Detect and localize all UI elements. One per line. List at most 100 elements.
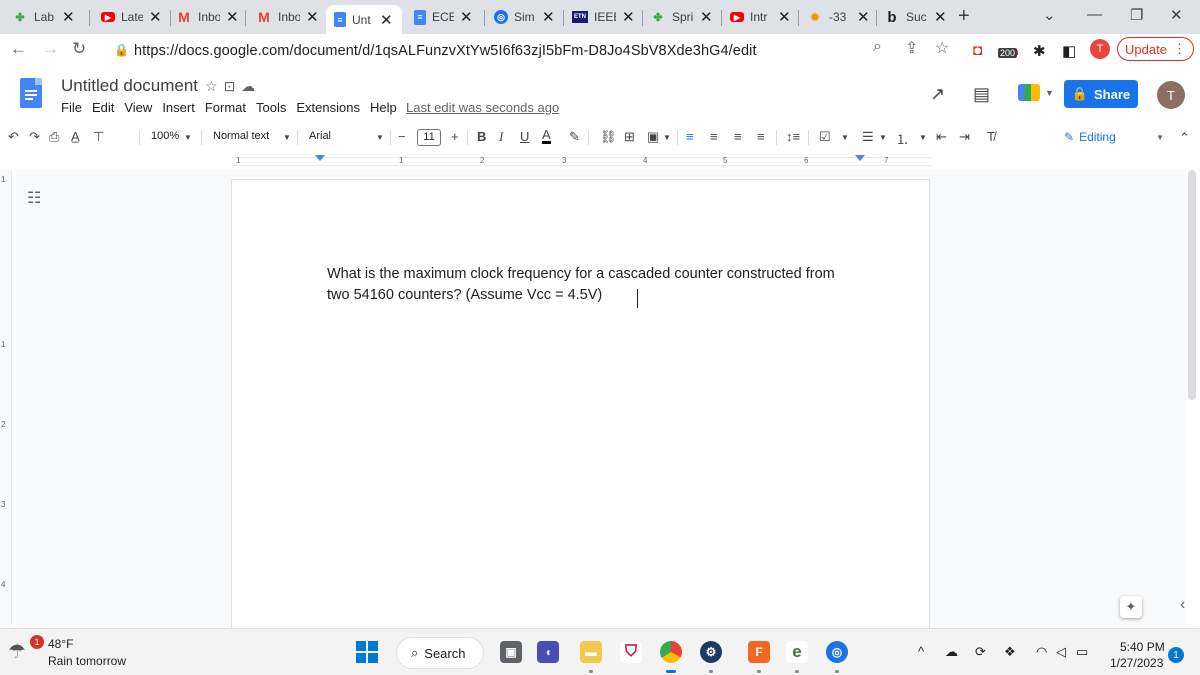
underline-button[interactable]: U — [520, 129, 529, 144]
zoom-select[interactable]: 100% — [151, 130, 179, 142]
numbered-list-icon[interactable]: ⒈ — [896, 129, 909, 148]
decrease-font-size-button[interactable]: − — [398, 129, 406, 144]
file-explorer-icon[interactable]: ▬ — [580, 641, 602, 663]
increase-font-size-button[interactable]: + — [451, 129, 459, 144]
reload-icon[interactable]: ↻ — [72, 39, 86, 59]
notification-badge[interactable]: 1 — [1168, 647, 1184, 663]
align-center-icon[interactable]: ≡ — [710, 129, 718, 144]
battery-icon[interactable]: ▭ — [1076, 644, 1088, 660]
spellcheck-icon[interactable]: A̲ — [71, 129, 80, 144]
minimize-icon[interactable]: — — [1087, 6, 1102, 23]
menu-view[interactable]: View — [124, 100, 152, 115]
menu-help[interactable]: Help — [370, 100, 397, 115]
share-page-icon[interactable]: ⇪ — [905, 38, 918, 58]
last-edit-link[interactable]: Last edit was seconds ago — [406, 100, 559, 115]
dropbox-icon[interactable]: ❖ — [1004, 644, 1016, 660]
cloud-saved-icon[interactable]: ☁ — [241, 78, 261, 94]
close-tab-icon[interactable]: ✕ — [149, 8, 162, 26]
star-icon[interactable]: ☆ — [205, 78, 224, 94]
chevron-down-icon[interactable]: ▼ — [1045, 88, 1054, 98]
teams-chat-icon[interactable]: ◖ — [537, 641, 559, 663]
new-tab-button[interactable]: + — [958, 5, 970, 28]
taskbar-search[interactable]: ⌕ Search — [396, 637, 484, 669]
print-icon[interactable]: ⎙ — [49, 129, 59, 145]
line-spacing-icon[interactable]: ↕≡ — [786, 129, 800, 144]
document-page[interactable] — [232, 180, 929, 640]
meet-icon[interactable] — [1018, 84, 1040, 101]
chevron-down-icon[interactable]: ▼ — [841, 133, 849, 142]
extension-pocket-icon[interactable]: ◘ — [973, 42, 982, 59]
close-tab-icon[interactable]: ✕ — [226, 8, 239, 26]
browser-tab[interactable]: ✹ -33 ✕ — [799, 4, 876, 30]
close-tab-icon[interactable]: ✕ — [700, 8, 713, 26]
equation-app-icon[interactable]: e — [786, 641, 808, 663]
profile-avatar[interactable]: T — [1090, 39, 1110, 59]
align-right-icon[interactable]: ≡ — [734, 129, 742, 144]
extensions-puzzle-icon[interactable]: ✱ — [1033, 42, 1046, 60]
insert-image-icon[interactable]: ▣ — [647, 129, 659, 145]
close-window-icon[interactable]: ✕ — [1170, 6, 1183, 24]
back-icon[interactable]: ← — [10, 39, 27, 59]
restore-icon[interactable]: ❐ — [1130, 6, 1143, 24]
settings-gear-icon[interactable]: ⚙ — [700, 641, 722, 663]
close-tab-icon[interactable]: ✕ — [857, 8, 870, 26]
weather-rain-icon[interactable]: ☂ — [8, 639, 26, 664]
lock-icon[interactable]: 🔒 — [114, 43, 129, 57]
foxit-app-icon[interactable]: F — [748, 641, 770, 663]
text-color-button[interactable]: A — [542, 128, 551, 144]
clear-formatting-icon[interactable]: T̸ — [987, 129, 995, 144]
clock-time[interactable]: 5:40 PM — [1120, 640, 1165, 654]
chrome-icon[interactable] — [660, 641, 682, 663]
chevron-down-icon[interactable]: ▼ — [919, 133, 927, 142]
browser-tab[interactable]: ✤ Lab ✕ — [4, 4, 81, 30]
side-panel-icon[interactable]: ◧ — [1062, 42, 1076, 60]
align-left-icon[interactable]: ≡ — [686, 129, 694, 144]
weather-description[interactable]: Rain tomorrow — [48, 654, 126, 668]
redo-icon[interactable]: ↷ — [29, 129, 40, 145]
left-indent-marker[interactable] — [315, 155, 325, 161]
close-tab-icon[interactable]: ✕ — [934, 8, 947, 26]
bulleted-list-icon[interactable]: ☰ — [862, 129, 874, 145]
increase-indent-icon[interactable]: ⇥ — [959, 129, 970, 145]
tab-search-icon[interactable]: ⌄ — [1043, 6, 1056, 24]
browser-tab-active[interactable]: ≡ Unt ✕ — [326, 5, 402, 34]
onedrive-cloud-icon[interactable]: ☁ — [945, 644, 958, 660]
explore-sparkle-icon[interactable]: ✦ — [1120, 596, 1142, 618]
browser-tab[interactable]: M Inbo ✕ — [248, 4, 325, 30]
show-hidden-icons-icon[interactable]: ^ — [918, 644, 924, 659]
menu-extensions[interactable]: Extensions — [296, 100, 360, 115]
simulator-app-icon[interactable]: ◎ — [826, 641, 848, 663]
browser-tab[interactable]: M Inbo ✕ — [168, 4, 245, 30]
font-size-input[interactable]: 11 — [417, 129, 441, 146]
menu-format[interactable]: Format — [205, 100, 246, 115]
document-title[interactable]: Untitled document — [61, 76, 198, 96]
menu-insert[interactable]: Insert — [162, 100, 195, 115]
decrease-indent-icon[interactable]: ⇤ — [936, 129, 947, 145]
browser-tab[interactable]: b Suc ✕ — [876, 4, 953, 30]
paragraph-style-select[interactable]: Normal text — [213, 130, 269, 142]
chevron-down-icon[interactable]: ▼ — [376, 133, 384, 142]
browser-tab[interactable]: ▶ Intr ✕ — [722, 4, 797, 30]
close-tab-icon[interactable]: ✕ — [380, 11, 393, 29]
wifi-icon[interactable]: ◠ — [1036, 644, 1047, 660]
vertical-ruler[interactable]: 1 1 2 3 4 — [0, 170, 12, 625]
docs-logo-icon[interactable] — [20, 78, 42, 108]
browser-tab[interactable]: ETN IEEE ✕ — [564, 4, 641, 30]
menu-edit[interactable]: Edit — [92, 100, 114, 115]
paint-format-icon[interactable]: ⊤ — [93, 129, 104, 145]
collapse-menus-icon[interactable]: ⌃ — [1179, 130, 1190, 146]
close-tab-icon[interactable]: ✕ — [542, 8, 555, 26]
close-tab-icon[interactable]: ✕ — [460, 8, 473, 26]
browser-tab[interactable]: ≡ ECE ✕ — [406, 4, 479, 30]
temperature[interactable]: 48°F — [48, 637, 73, 651]
menu-tools[interactable]: Tools — [256, 100, 286, 115]
chevron-down-icon[interactable]: ▼ — [663, 133, 671, 142]
close-tab-icon[interactable]: ✕ — [306, 8, 319, 26]
justify-icon[interactable]: ≡ — [757, 129, 765, 144]
close-tab-icon[interactable]: ✕ — [622, 8, 635, 26]
share-button[interactable]: 🔒 Share — [1064, 80, 1138, 108]
horizontal-ruler[interactable]: 1 1 2 3 4 5 6 7 — [0, 155, 1200, 167]
editing-mode-select[interactable]: ✎ Editing ▼ — [1058, 127, 1168, 147]
omnibox[interactable]: 🔒 https://docs.google.com/document/d/1qs… — [100, 37, 960, 65]
right-indent-marker[interactable] — [855, 155, 865, 161]
